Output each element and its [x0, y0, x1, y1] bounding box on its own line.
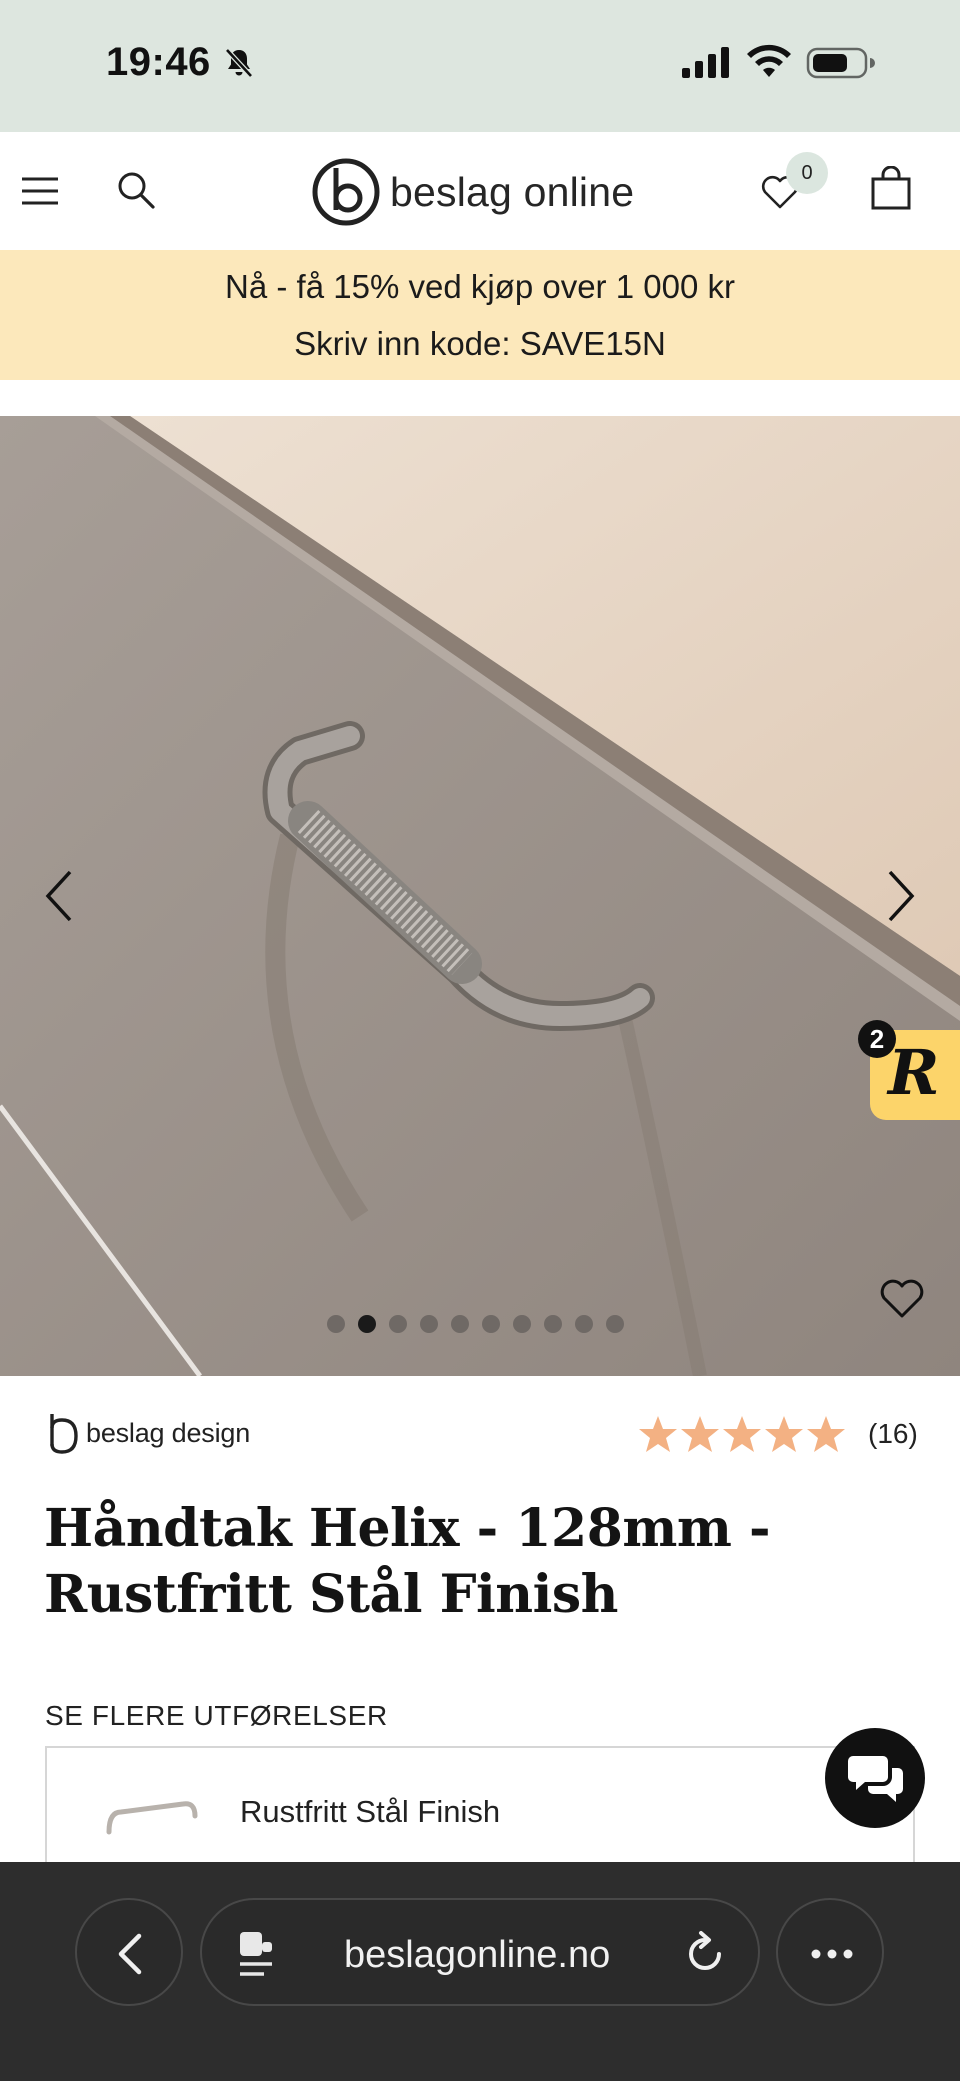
reviews-widget-count: 2	[858, 1020, 896, 1058]
variants-label: SE FLERE UTFØRELSER	[45, 1700, 388, 1731]
gallery-pagination	[327, 1315, 624, 1333]
site-header: beslag online 0	[0, 132, 960, 250]
gallery-dot[interactable]	[327, 1315, 345, 1333]
gallery-dot[interactable]	[482, 1315, 500, 1333]
star-icon	[765, 1416, 803, 1452]
cellular-signal-icon	[682, 47, 729, 78]
gallery-dot[interactable]	[389, 1315, 407, 1333]
status-time: 19:46	[106, 40, 211, 84]
variant-thumbnail	[106, 1801, 198, 1835]
wishlist-count-badge: 0	[786, 152, 828, 194]
rating-count: (16)	[868, 1418, 918, 1449]
reviews-logo: R	[888, 1036, 940, 1109]
logo-mark-icon	[312, 158, 380, 226]
browser-toolbar: beslagonline.no	[0, 1862, 960, 2081]
product-title: Håndtak Helix - 128mm - Rustfritt Stål F…	[44, 1498, 771, 1625]
back-chevron-icon	[118, 1933, 142, 1975]
star-icon	[639, 1416, 677, 1452]
promo-line-2: Skriv inn kode: SAVE15N	[294, 325, 666, 362]
gallery-dot[interactable]	[513, 1315, 531, 1333]
brand-logo[interactable]: beslag design	[46, 1410, 250, 1456]
browser-more-button[interactable]	[776, 1898, 884, 2006]
gallery-dot[interactable]	[575, 1315, 593, 1333]
more-dots-icon	[811, 1949, 853, 1959]
promo-line-1: Nå - få 15% ved kjøp over 1 000 kr	[225, 268, 735, 305]
gallery-next-arrow-icon[interactable]	[880, 868, 920, 924]
gallery-dot[interactable]	[420, 1315, 438, 1333]
promo-banner[interactable]: Nå - få 15% ved kjøp over 1 000 kr Skriv…	[0, 250, 960, 380]
product-photo	[0, 416, 960, 1376]
brand-mark-icon	[50, 1414, 78, 1454]
reload-icon[interactable]	[682, 1930, 728, 1976]
star-icon	[681, 1416, 719, 1452]
gallery-dot[interactable]	[451, 1315, 469, 1333]
chat-button[interactable]	[825, 1728, 925, 1828]
gallery-dot[interactable]	[544, 1315, 562, 1333]
selected-variant-name: Rustfritt Stål Finish	[240, 1794, 501, 1829]
product-rating[interactable]: (16)	[638, 1414, 918, 1454]
menu-icon[interactable]	[20, 174, 60, 208]
wifi-icon	[747, 44, 791, 77]
star-icon	[723, 1416, 761, 1452]
shopping-bag-icon[interactable]	[870, 166, 912, 210]
variant-selector[interactable]: Rustfritt Stål Finish	[45, 1746, 915, 1876]
browser-url: beslagonline.no	[344, 1934, 611, 1976]
product-image-gallery[interactable]	[0, 416, 960, 1376]
logo-text: beslag online	[390, 168, 635, 215]
star-icon	[807, 1416, 845, 1452]
brand-name: beslag design	[86, 1417, 251, 1448]
battery-icon	[806, 47, 875, 79]
chat-bubbles-icon	[848, 1756, 903, 1802]
gallery-dot[interactable]	[358, 1315, 376, 1333]
browser-back-button[interactable]	[75, 1898, 183, 2006]
bell-muted-icon	[225, 48, 253, 78]
gallery-dot[interactable]	[606, 1315, 624, 1333]
gallery-previous-arrow-icon[interactable]	[40, 868, 80, 924]
add-to-wishlist-heart-icon[interactable]	[878, 1276, 926, 1320]
page-menu-icon	[240, 1932, 272, 1976]
browser-address-bar[interactable]: beslagonline.no	[200, 1898, 760, 2006]
site-logo[interactable]: beslag online	[312, 157, 634, 227]
status-bar: 19:46	[0, 0, 960, 132]
search-icon[interactable]	[116, 170, 156, 210]
